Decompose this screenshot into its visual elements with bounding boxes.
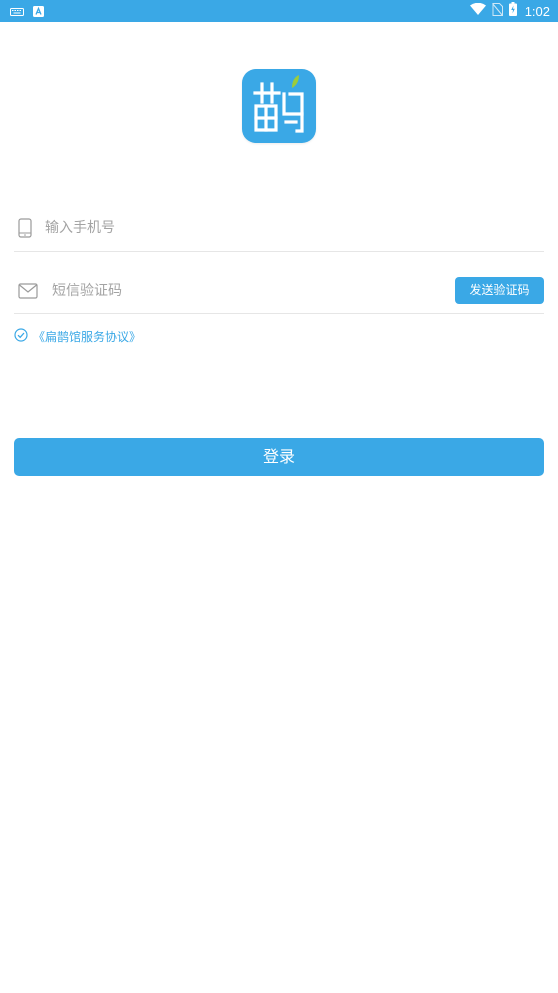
keyboard-icon	[10, 2, 24, 21]
service-agreement-link[interactable]: 《扁鹊馆服务协议》	[33, 328, 141, 345]
status-bar-right: 1:02	[469, 0, 550, 22]
mail-icon	[18, 283, 38, 303]
no-sim-icon	[491, 2, 503, 20]
app-logo	[242, 69, 316, 143]
phone-field-row	[14, 206, 544, 252]
a-app-icon	[33, 2, 44, 21]
sms-code-input[interactable]	[52, 281, 432, 301]
check-circle-icon[interactable]	[14, 327, 28, 346]
sms-code-field-row: 发送验证码	[14, 268, 544, 314]
login-button[interactable]: 登录	[14, 438, 544, 476]
status-bar-left	[10, 5, 44, 17]
wifi-icon	[469, 2, 486, 19]
status-bar: 1:02	[0, 0, 558, 22]
send-code-button[interactable]: 发送验证码	[455, 277, 544, 304]
status-time: 1:02	[524, 3, 550, 19]
agreement-row[interactable]: 《扁鹊馆服务协议》	[14, 327, 141, 345]
phone-icon	[18, 218, 32, 242]
phone-input[interactable]	[45, 218, 445, 238]
battery-charging-icon	[508, 2, 517, 20]
logo-glyph-art	[253, 75, 304, 133]
